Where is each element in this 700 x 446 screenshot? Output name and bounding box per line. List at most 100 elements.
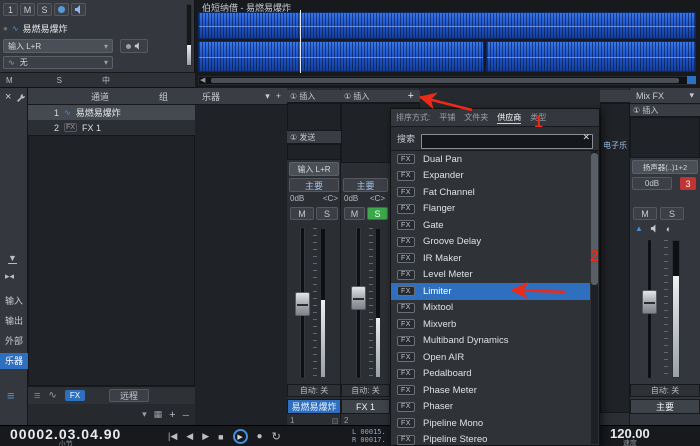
speaker-icon[interactable]: [650, 224, 659, 233]
mute-column-label[interactable]: M: [6, 76, 13, 85]
gain-value[interactable]: 0dB: [290, 194, 304, 206]
add-channel-button[interactable]: +: [169, 409, 175, 421]
timecode-display[interactable]: 00002.03.04.90: [10, 427, 121, 441]
audio-clip-bottom-right[interactable]: [486, 41, 696, 72]
tempo-display[interactable]: 120.00: [610, 427, 650, 440]
plugin-list-item[interactable]: FXMultiband Dynamics: [391, 333, 590, 350]
clear-search-icon[interactable]: ✕: [582, 132, 590, 143]
plugin-list-item-selected[interactable]: FXLimiter: [391, 283, 590, 300]
play-button[interactable]: ▶: [233, 429, 248, 444]
timeline-scrollbar[interactable]: ◀: [198, 76, 696, 85]
plugin-list-item[interactable]: FXFlanger: [391, 201, 590, 218]
strip-mute-button[interactable]: M: [633, 207, 657, 220]
audio-clip-top[interactable]: [198, 12, 696, 39]
remove-channel-button[interactable]: ─: [183, 410, 189, 420]
plugin-list-item[interactable]: FXFat Channel: [391, 184, 590, 201]
plugin-list-item[interactable]: FXGroove Delay: [391, 234, 590, 251]
playhead[interactable]: [300, 10, 301, 73]
plugin-list-item[interactable]: FXPhaser: [391, 399, 590, 416]
track-name-row[interactable]: ● ∿ 易燃易爆炸: [3, 21, 183, 35]
solo-column-label[interactable]: S: [57, 76, 62, 85]
strip-output-bus-button[interactable]: 主要: [289, 178, 339, 192]
loop-button[interactable]: ↻: [272, 430, 281, 443]
forward-button[interactable]: ▶: [202, 431, 209, 442]
plugin-list-item[interactable]: FXMixtool: [391, 300, 590, 317]
plugin-list-item[interactable]: FXPipeline Mono: [391, 415, 590, 432]
grid-icon[interactable]: ▦: [154, 409, 163, 420]
remote-button[interactable]: 远程: [109, 389, 149, 402]
rail-item-outputs[interactable]: 输出: [0, 313, 28, 329]
sort-tab-flat[interactable]: 平铺: [439, 112, 455, 123]
plugin-list-item[interactable]: FXMixverb: [391, 316, 590, 333]
rewind-button[interactable]: ◀: [186, 431, 193, 442]
add-insert-button[interactable]: +: [408, 90, 414, 102]
search-input[interactable]: [421, 134, 593, 149]
chevron-down-icon[interactable]: ▾: [689, 90, 694, 101]
audio-clip-bottom-left[interactable]: [198, 41, 484, 72]
inserts-header[interactable]: ① 插入: [287, 90, 341, 103]
sort-tab-folders[interactable]: 文件夹: [464, 112, 488, 123]
sort-tab-vendor[interactable]: 供应商: [497, 112, 521, 124]
plugin-list-item[interactable]: FXGate: [391, 217, 590, 234]
collapse-pair-icon[interactable]: ▸◂: [5, 271, 14, 282]
track-input-selector[interactable]: 输入 L+R ▾: [3, 39, 113, 53]
instrument-selector[interactable]: ∿ 无 ▾: [3, 56, 113, 69]
chain-item[interactable]: 电子乐: [601, 140, 629, 151]
tab-channel[interactable]: 通道: [91, 90, 109, 103]
automation-mode[interactable]: 自动: 关: [287, 384, 341, 397]
collapse-icon[interactable]: ▾: [142, 409, 147, 420]
strip-solo-button[interactable]: S: [367, 207, 388, 220]
strip-name[interactable]: FX 1: [341, 399, 390, 414]
strip-input-button[interactable]: 输入 L+R: [289, 162, 339, 176]
wrench-icon[interactable]: [16, 93, 26, 103]
pan-value[interactable]: <C>: [370, 194, 385, 206]
list-view-icon[interactable]: ≡: [34, 390, 40, 402]
track-solo-button[interactable]: S: [37, 3, 52, 16]
gain-value[interactable]: 0dB: [632, 177, 672, 190]
add-instrument-button[interactable]: +: [276, 91, 281, 102]
plugin-list-item[interactable]: FXPhase Meter: [391, 382, 590, 399]
automation-mode[interactable]: 自动: 关: [630, 384, 700, 397]
tab-group[interactable]: 组: [159, 90, 168, 103]
plugin-list-item[interactable]: FXLevel Meter: [391, 267, 590, 284]
sends-header[interactable]: ① 发送: [287, 131, 341, 144]
inserts-header[interactable]: ① 插入: [630, 105, 700, 117]
inserts-header[interactable]: ① 插入 +: [341, 90, 420, 103]
strip-mute-button[interactable]: M: [344, 207, 365, 220]
rail-item-instruments[interactable]: 乐器: [0, 353, 28, 369]
triangle-up-icon[interactable]: ▲: [635, 224, 643, 233]
color-swatch[interactable]: [332, 418, 338, 424]
plugin-list-item[interactable]: FXDual Pan: [391, 151, 590, 168]
channel-row[interactable]: 1 ∿ 易燃易爆炸: [28, 105, 195, 120]
output-device-button[interactable]: 扬声器(..)1+2: [632, 160, 698, 174]
track-mute-button[interactable]: M: [20, 3, 35, 16]
strip-output-bus-button[interactable]: 主要: [343, 178, 388, 192]
scroll-left-button[interactable]: ◀: [200, 76, 205, 84]
scrollbar-thumb[interactable]: [211, 78, 679, 83]
chain-header[interactable]: [600, 90, 630, 103]
fader-handle[interactable]: [351, 286, 366, 310]
input-monitor-toggle[interactable]: [120, 39, 148, 53]
track-monitor-button[interactable]: [71, 3, 86, 16]
close-icon[interactable]: ×: [5, 91, 11, 103]
record-button[interactable]: ●: [257, 431, 263, 442]
channel-row[interactable]: 2 FX FX 1: [28, 120, 195, 135]
plugin-list-item[interactable]: FXPipeline Stereo: [391, 432, 590, 446]
pan-value[interactable]: <C>: [323, 194, 338, 206]
popup-scrollbar[interactable]: [591, 151, 598, 444]
strip-mute-button[interactable]: M: [290, 207, 314, 220]
pan-circle-icon[interactable]: ◐: [666, 224, 671, 234]
track-record-arm-button[interactable]: [54, 3, 69, 16]
automation-mode[interactable]: 自动: 关: [341, 384, 390, 397]
gain-value[interactable]: 0dB: [344, 194, 358, 206]
plugin-list-item[interactable]: FXIR Maker: [391, 250, 590, 267]
plugin-list-item[interactable]: FXExpander: [391, 168, 590, 185]
strip-name[interactable]: 主要: [630, 399, 700, 414]
fx-filter-chip[interactable]: FX: [65, 390, 85, 401]
plugin-list-item[interactable]: FXPedalboard: [391, 366, 590, 383]
plugin-list-item[interactable]: FXOpen AIR: [391, 349, 590, 366]
stop-button[interactable]: ■: [218, 432, 223, 442]
mixfx-header[interactable]: Mix FX ▾: [630, 88, 700, 104]
menu-icon[interactable]: ≡: [7, 388, 15, 403]
fader-handle[interactable]: [642, 290, 657, 314]
